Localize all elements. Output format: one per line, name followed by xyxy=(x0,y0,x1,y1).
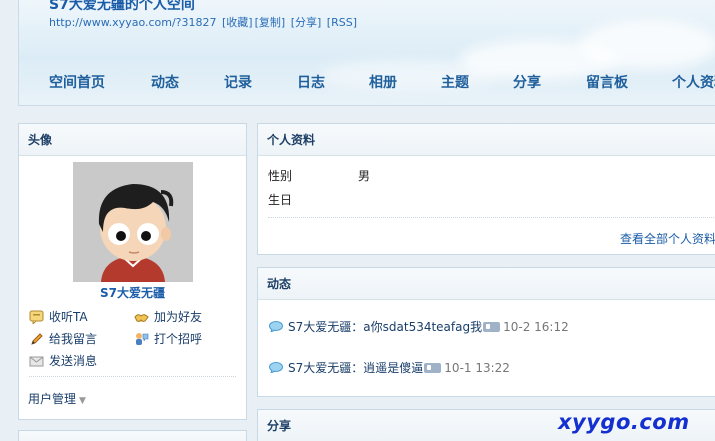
greet-label: 打个招呼 xyxy=(154,332,203,346)
user-management-dropdown[interactable]: 用户管理 ▼ xyxy=(28,390,86,407)
space-url-link[interactable]: http://www.xyyao.com/?31827 xyxy=(49,16,217,29)
speech-bubble-icon xyxy=(269,362,283,374)
favorite-link[interactable]: [收藏] xyxy=(222,16,253,29)
leave-message-button[interactable]: 给我留言 xyxy=(29,330,97,347)
nav-blog[interactable]: 日志 xyxy=(297,72,325,92)
send-message-button[interactable]: 发送消息 xyxy=(29,352,97,369)
avatar-illustration xyxy=(73,162,193,282)
dropdown-arrow-icon: ▼ xyxy=(79,396,86,406)
user-management-label: 用户管理 xyxy=(28,392,77,406)
send-message-label: 发送消息 xyxy=(49,354,98,368)
site-watermark: xyygo.com xyxy=(558,410,690,434)
feed-text: a你sdat534teafag我 xyxy=(363,320,483,334)
id-card-icon xyxy=(424,362,442,373)
divider xyxy=(268,217,715,218)
nav-feed[interactable]: 动态 xyxy=(151,72,179,92)
feed-panel: 动态 S7大爱无疆： a你sdat534teafag我 10-2 16:12 S7… xyxy=(257,267,715,397)
speech-bubble-icon xyxy=(269,321,283,333)
feed-item: S7大爱无疆： a你sdat534teafag我 10-2 16:12 xyxy=(269,318,569,335)
feed-user-link[interactable]: S7大爱无疆 xyxy=(288,318,351,335)
cloud-decoration xyxy=(579,20,715,70)
greet-button[interactable]: 打个招呼 xyxy=(134,330,202,347)
avatar-panel-title: 头像 xyxy=(19,124,246,156)
space-meta: http://www.xyyao.com/?31827 [收藏] [复制] [分享… xyxy=(49,14,359,30)
nav-guestbook[interactable]: 留言板 xyxy=(586,72,628,92)
feed-time: 10-2 16:12 xyxy=(503,319,569,334)
rss-link[interactable]: [RSS] xyxy=(327,16,357,29)
avatar[interactable] xyxy=(73,162,193,282)
feed-panel-title: 动态 xyxy=(258,268,715,300)
space-nav: 空间首页 动态 记录 日志 相册 主题 分享 留言板 个人资料 xyxy=(49,72,715,92)
feed-user-link[interactable]: S7大爱无疆 xyxy=(288,359,351,376)
share-link[interactable]: [分享] xyxy=(291,16,322,29)
id-card-icon xyxy=(483,321,501,332)
profile-panel: 个人资料 性别 男 生日 查看全部个人资料 xyxy=(257,123,715,255)
profile-panel-title: 个人资料 xyxy=(258,124,715,156)
gender-label: 性别 xyxy=(268,169,293,183)
feed-time: 10-1 13:22 xyxy=(444,360,510,375)
gender-value: 男 xyxy=(358,169,371,183)
feed-separator: ： xyxy=(351,320,364,334)
lower-left-panel xyxy=(18,430,247,441)
space-title: S7大爱无疆的个人空间 xyxy=(49,0,195,13)
handshake-icon xyxy=(134,310,149,324)
envelope-icon xyxy=(29,354,44,368)
nav-album[interactable]: 相册 xyxy=(369,72,397,92)
space-header: S7大爱无疆的个人空间 http://www.xyyao.com/?31827 … xyxy=(18,0,715,106)
nav-share[interactable]: 分享 xyxy=(513,72,541,92)
add-friend-button[interactable]: 加为好友 xyxy=(134,308,202,325)
leave-message-label: 给我留言 xyxy=(49,332,98,346)
feed-item: S7大爱无疆：逍遥是傻逼 10-1 13:22 xyxy=(269,359,510,376)
avatar-panel: 头像 S7大爱无疆 收听TA 加为好友 给我留言 打个招呼 发送消息 用户管理 … xyxy=(18,123,247,420)
divider xyxy=(29,376,236,377)
greet-icon xyxy=(134,332,149,346)
pencil-icon xyxy=(29,332,44,346)
nav-topics[interactable]: 主题 xyxy=(441,72,469,92)
lower-left-panel-head xyxy=(19,431,246,441)
feed-separator: ： xyxy=(351,361,364,375)
follow-icon xyxy=(29,310,44,324)
view-full-profile-link[interactable]: 查看全部个人资料 xyxy=(620,230,715,247)
add-friend-label: 加为好友 xyxy=(154,310,203,324)
follow-label: 收听TA xyxy=(49,310,88,324)
username-link[interactable]: S7大爱无疆 xyxy=(19,284,246,301)
nav-records[interactable]: 记录 xyxy=(224,72,252,92)
copy-link[interactable]: [复制] xyxy=(255,16,286,29)
feed-text: 逍遥是傻逼 xyxy=(363,361,424,375)
birthday-label: 生日 xyxy=(268,193,293,207)
follow-button[interactable]: 收听TA xyxy=(29,308,88,325)
nav-profile[interactable]: 个人资料 xyxy=(672,72,715,92)
nav-home[interactable]: 空间首页 xyxy=(49,72,105,92)
